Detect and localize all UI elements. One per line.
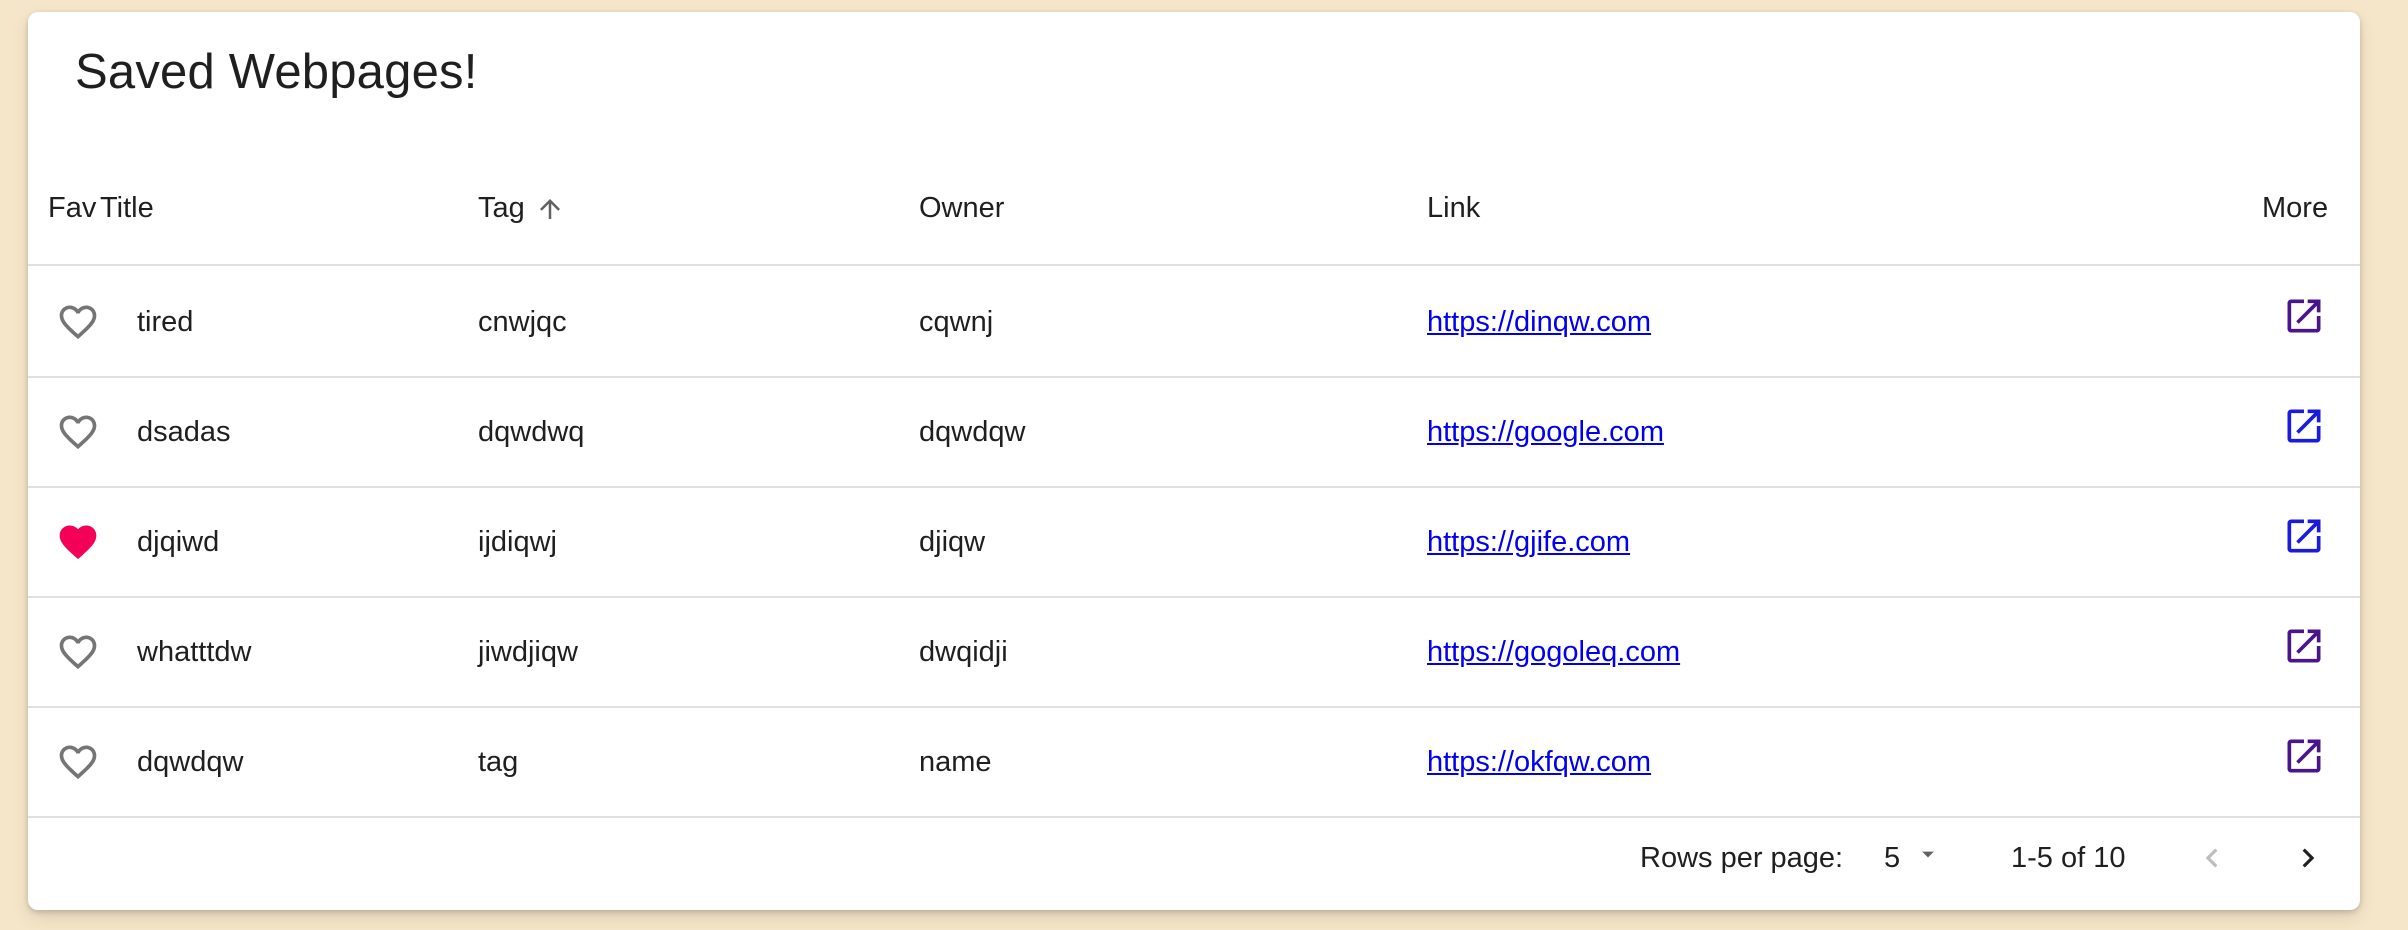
link-cell: https://gogoleq.com	[1427, 598, 1680, 706]
title-cell: dqwdqw	[137, 745, 244, 778]
more-cell	[2282, 482, 2326, 590]
more-cell	[2282, 372, 2326, 480]
title-cell: tired	[137, 305, 194, 338]
table-pagination: Rows per page: 5 1-5 of 10	[28, 806, 2360, 910]
fav-cell	[56, 708, 100, 816]
saved-webpages-card: Saved Webpages! Fav Title Tag Owner Link…	[28, 12, 2360, 910]
header-tag[interactable]: Tag	[478, 192, 565, 225]
header-title[interactable]: Title	[100, 192, 154, 225]
table-row: dsadas dqwdwq dqwdqw https://google.com	[28, 378, 2360, 488]
owner-cell: djiqw	[919, 525, 986, 558]
table-row: tired cnwjqc cqwnj https://dinqw.com	[28, 268, 2360, 378]
webpage-link[interactable]: https://gjife.com	[1427, 526, 1630, 559]
fav-cell	[56, 378, 100, 486]
heart-outline-icon[interactable]	[56, 410, 100, 454]
more-cell	[2282, 702, 2326, 810]
more-cell	[2282, 262, 2326, 370]
arrow-up-icon[interactable]	[535, 194, 565, 224]
owner-cell: cqwnj	[919, 305, 994, 338]
rows-per-page-value: 5	[1884, 841, 1901, 874]
table-row: whatttdw jiwdjiqw dwqidji https://gogole…	[28, 598, 2360, 708]
owner-cell: dqwdqw	[919, 415, 1026, 448]
owner-cell: name	[919, 745, 992, 778]
link-cell: https://dinqw.com	[1427, 268, 1651, 376]
heart-filled-icon[interactable]	[56, 520, 100, 564]
header-link[interactable]: Link	[1427, 192, 1480, 225]
title-cell: whatttdw	[137, 635, 252, 668]
tag-cell: dqwdwq	[478, 415, 585, 448]
heart-outline-icon[interactable]	[56, 300, 100, 344]
tag-cell: jiwdjiqw	[478, 635, 578, 668]
header-owner[interactable]: Owner	[919, 192, 1004, 225]
link-cell: https://okfqw.com	[1427, 708, 1651, 816]
tag-cell: tag	[478, 745, 519, 778]
tag-cell: cnwjqc	[478, 305, 567, 338]
rows-per-page-label: Rows per page:	[1640, 841, 1844, 874]
webpage-link[interactable]: https://gogoleq.com	[1427, 636, 1680, 669]
header-fav: Fav	[48, 192, 97, 224]
tag-cell: ijdiqwj	[478, 525, 557, 558]
rows-per-page-select[interactable]: 5	[1884, 806, 1942, 910]
open-in-new-icon[interactable]	[2282, 734, 2326, 778]
webpage-link[interactable]: https://okfqw.com	[1427, 746, 1651, 779]
heart-outline-icon[interactable]	[56, 630, 100, 674]
table-header: Fav Title Tag Owner Link More	[28, 162, 2360, 266]
pagination-range: 1-5 of 10	[2011, 841, 2126, 874]
chevron-left-icon[interactable]	[2186, 832, 2238, 884]
open-in-new-icon[interactable]	[2282, 624, 2326, 668]
open-in-new-icon[interactable]	[2282, 514, 2326, 558]
open-in-new-icon[interactable]	[2282, 404, 2326, 448]
table-row: djqiwd ijdiqwj djiqw https://gjife.com	[28, 488, 2360, 598]
webpage-link[interactable]: https://dinqw.com	[1427, 306, 1651, 339]
webpage-link[interactable]: https://google.com	[1427, 416, 1664, 449]
more-cell	[2282, 592, 2326, 700]
table-row: dqwdqw tag name https://okfqw.com	[28, 708, 2360, 818]
page-title: Saved Webpages!	[75, 45, 478, 99]
heart-outline-icon[interactable]	[56, 740, 100, 784]
fav-cell	[56, 598, 100, 706]
link-cell: https://google.com	[1427, 378, 1664, 486]
owner-cell: dwqidji	[919, 635, 1008, 668]
fav-cell	[56, 488, 100, 596]
open-in-new-icon[interactable]	[2282, 294, 2326, 338]
caret-down-icon	[1914, 840, 1942, 876]
chevron-right-icon[interactable]	[2282, 832, 2334, 884]
title-cell: djqiwd	[137, 525, 220, 558]
title-cell: dsadas	[137, 415, 231, 448]
fav-cell	[56, 268, 100, 376]
header-more: More	[2262, 192, 2329, 224]
header-tag-label: Tag	[478, 192, 525, 224]
link-cell: https://gjife.com	[1427, 488, 1630, 596]
